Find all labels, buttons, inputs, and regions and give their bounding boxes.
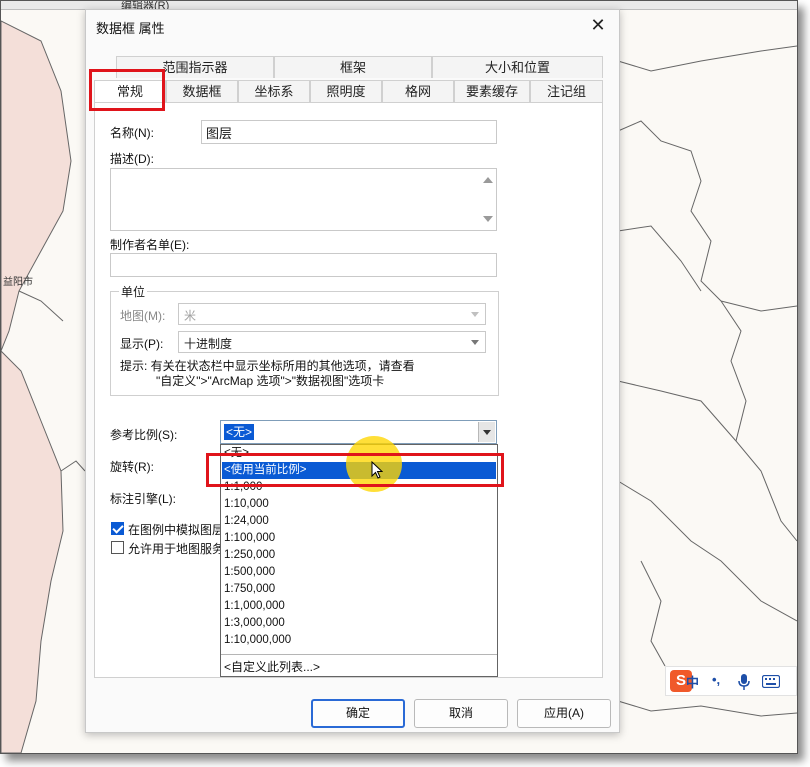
dropdown-option[interactable]: 1:10,000 (224, 496, 269, 513)
scroll-down-icon[interactable] (483, 216, 493, 222)
rotation-label: 旋转(R): (110, 460, 154, 474)
screenshot-frame: 编辑器(R) 益阳市 数据框 属性 ✕ 范围指示器 框架 大小和位置 常规 数据… (0, 0, 798, 754)
display-units-label: 显示(P): (120, 337, 164, 351)
units-hint-line1: 提示: 有关在状态栏中显示坐标所用的其他选项，请查看 (120, 359, 415, 373)
units-hint-line2: "自定义">"ArcMap 选项">"数据视图"选项卡 (156, 374, 385, 388)
display-units-select[interactable]: 十进制度 (178, 331, 486, 353)
apply-button[interactable]: 应用(A) (517, 699, 611, 728)
units-group-title: 单位 (119, 283, 148, 300)
dialog-title: 数据框 属性 (96, 21, 165, 36)
tab-illumination[interactable]: 照明度 (310, 80, 382, 102)
dropdown-option[interactable]: 1:100,000 (224, 530, 275, 547)
simulate-layer-in-legend-checkbox[interactable] (111, 522, 124, 535)
annotation-box-option (206, 453, 504, 487)
author-label: 制作者名单(E): (110, 238, 190, 252)
chevron-down-icon[interactable] (471, 340, 479, 345)
tab-frame[interactable]: 框架 (274, 56, 432, 78)
reference-scale-value[interactable]: <无> (224, 424, 255, 440)
tab-coordinate-system[interactable]: 坐标系 (238, 80, 310, 102)
display-units-value: 十进制度 (184, 337, 233, 351)
dropdown-option[interactable]: 1:24,000 (224, 513, 269, 530)
description-textarea[interactable] (110, 168, 497, 231)
tab-strip: 范围指示器 框架 大小和位置 常规 数据框 坐标系 照明度 格网 要素缓存 注记… (94, 56, 603, 102)
scroll-up-icon[interactable] (483, 177, 493, 183)
dropdown-option[interactable]: 1:750,000 (224, 581, 275, 598)
chevron-down-icon (471, 312, 479, 317)
cancel-button[interactable]: 取消 (414, 699, 508, 728)
map-units-value: 米 (184, 309, 197, 323)
map-units-label: 地图(M): (120, 309, 166, 323)
author-input[interactable] (110, 253, 497, 277)
annotation-box-general-tab (89, 69, 165, 111)
description-label: 描述(D): (110, 152, 154, 166)
label-engine-label: 标注引擎(L): (110, 492, 177, 506)
customize-list-option[interactable]: <自定义此列表...> (224, 658, 320, 675)
dropdown-option[interactable]: 1:500,000 (224, 564, 275, 581)
simulate-layer-in-legend-label: 在图例中模拟图层 (128, 523, 225, 537)
chevron-down-icon[interactable] (483, 430, 491, 435)
reference-scale-label: 参考比例(S): (110, 428, 178, 442)
reference-scale-dropdown-button[interactable] (478, 422, 495, 442)
dropdown-option[interactable]: 1:3,000,000 (224, 615, 285, 632)
dropdown-separator (221, 654, 497, 655)
tab-grids[interactable]: 格网 (382, 80, 454, 102)
description-scrollbar[interactable] (480, 169, 496, 230)
dropdown-option[interactable]: 1:250,000 (224, 547, 275, 564)
name-label: 名称(N): (110, 126, 154, 140)
mic-icon[interactable] (738, 673, 750, 691)
allow-map-service-checkbox[interactable] (111, 541, 124, 554)
tab-data-frame[interactable]: 数据框 (166, 80, 238, 102)
map-city-label: 益阳市 (3, 277, 33, 288)
keyboard-icon[interactable] (762, 675, 780, 688)
tab-feature-cache[interactable]: 要素缓存 (454, 80, 530, 102)
name-input[interactable]: 图层 (201, 120, 497, 144)
mouse-cursor-icon (371, 461, 383, 479)
close-icon[interactable]: ✕ (587, 14, 609, 36)
ok-button[interactable]: 确定 (311, 699, 405, 728)
ime-punctuation-toggle[interactable]: •, (712, 672, 720, 687)
tab-size-position[interactable]: 大小和位置 (432, 56, 603, 78)
tab-annotation-groups[interactable]: 注记组 (530, 80, 603, 102)
ime-toolbar: S 中 •, (665, 666, 797, 696)
map-units-select: 米 (178, 303, 486, 325)
ime-language-toggle[interactable]: 中 (686, 672, 699, 691)
allow-map-service-label: 允许用于地图服务 (128, 542, 225, 556)
dropdown-option[interactable]: 1:10,000,000 (224, 632, 291, 649)
dropdown-option[interactable]: 1:1,000,000 (224, 598, 285, 615)
